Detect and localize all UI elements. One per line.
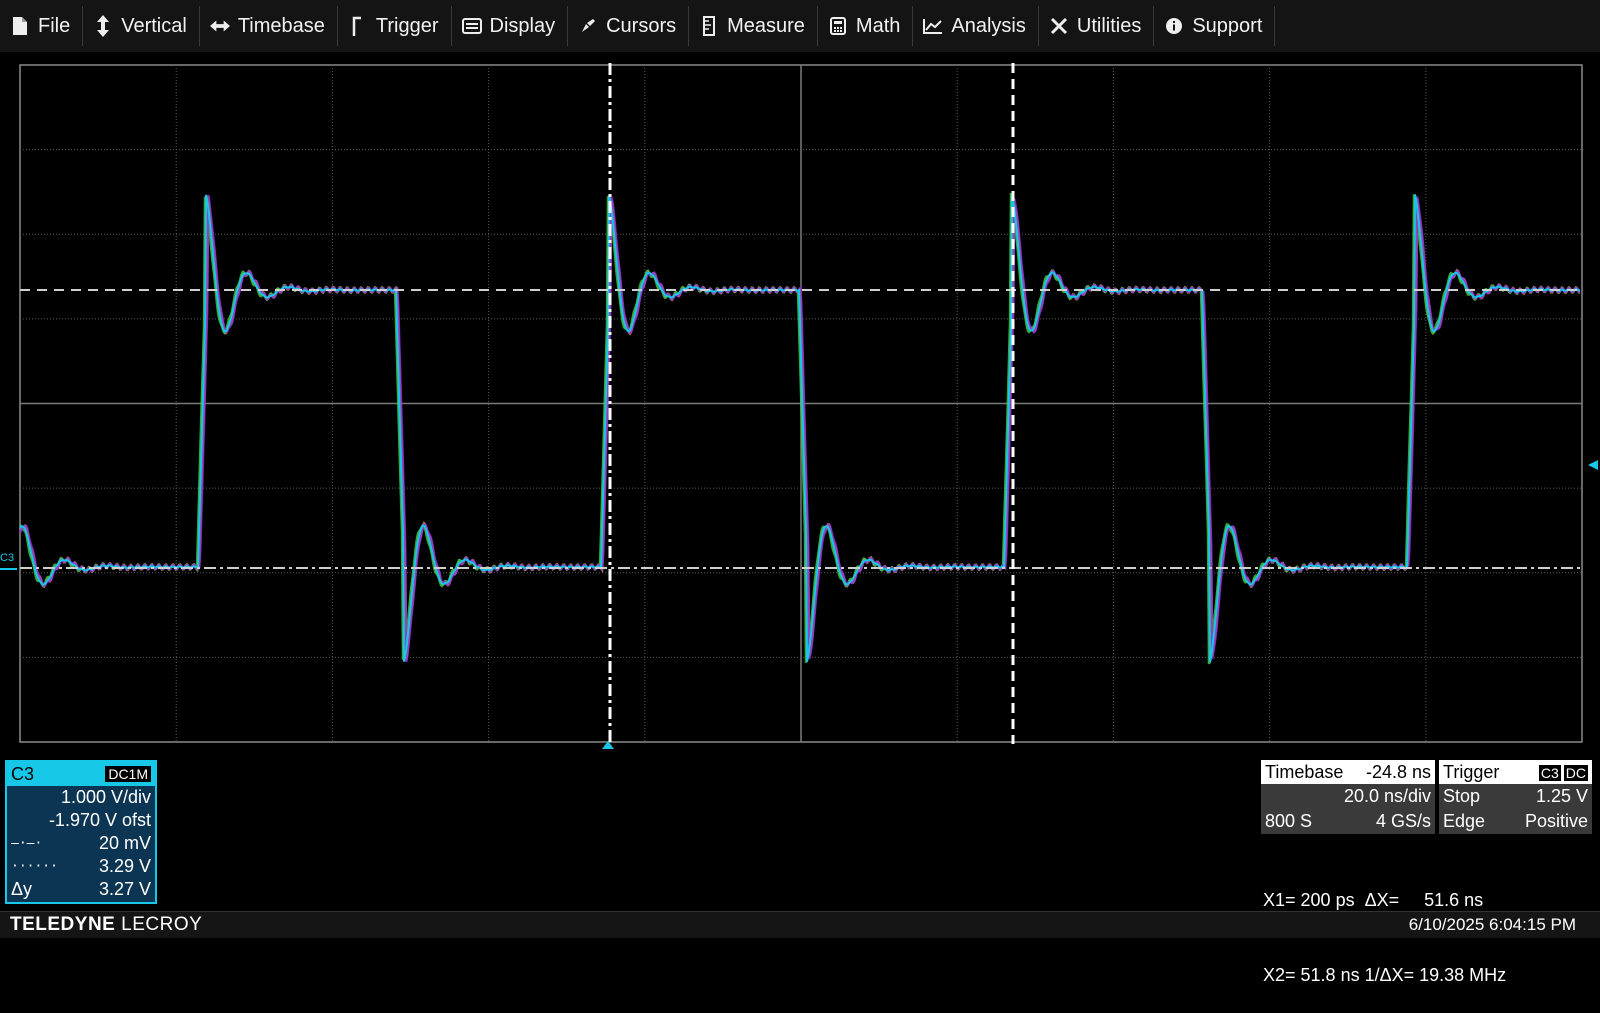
- trigger-source-badge: C3: [1538, 764, 1561, 781]
- delta-y-label: Δy: [11, 879, 33, 899]
- cursor1-symbol: –·–·: [11, 836, 43, 851]
- channel-ground-label: C3: [0, 552, 14, 564]
- timebase-tdiv: 20.0 ns/div: [1343, 786, 1431, 806]
- delta-y-row: Δy 3.27 V: [7, 878, 155, 901]
- status-bar: TELEDYNE LECROY 6/10/2025 6:04:15 PM: [0, 911, 1600, 938]
- trigger-level-marker: [1588, 460, 1598, 470]
- trigger-header: Trigger C3 DC: [1439, 760, 1592, 784]
- trigger-body: Stop 1.25 V Edge Positive: [1439, 784, 1592, 834]
- waveform-trace: [18, 192, 1581, 665]
- cursor2-value: 3.29 V: [98, 856, 151, 876]
- trigger-mode: Stop: [1443, 786, 1481, 806]
- cursor1-value: 20 mV: [98, 833, 151, 853]
- persistence-trace-violet: [18, 194, 1581, 663]
- channel-coupling-badge: DC1M: [105, 766, 151, 782]
- cursor-readout-line1: X1= 200 ps ΔX= 51.6 ns: [1263, 890, 1484, 910]
- trigger-row-2: Edge Positive: [1439, 809, 1592, 834]
- channel-offset: -1.970 V ofst: [48, 810, 151, 830]
- persistence-trace-green: [19, 192, 1581, 665]
- timebase-rate: 4 GS/s: [1375, 811, 1431, 831]
- trigger-label: Trigger: [1443, 761, 1500, 782]
- channel-vdiv: 1.000 V/div: [60, 787, 151, 807]
- brand-logo: TELEDYNE LECROY: [0, 914, 202, 936]
- timebase-delay: -24.8 ns: [1365, 761, 1431, 782]
- brand-bold: TELEDYNE: [10, 914, 116, 935]
- timebase-label: Timebase: [1265, 761, 1344, 782]
- brand-rest: LECROY: [115, 914, 203, 935]
- trigger-type: Edge: [1443, 811, 1486, 831]
- trigger-coupling-badge: DC: [1563, 764, 1588, 781]
- primary-trace-c3: [19, 194, 1580, 663]
- cursor1-row: –·–· 20 mV: [7, 832, 155, 855]
- cursor-readout-line2: X2= 51.8 ns 1/ΔX= 19.38 MHz: [1263, 965, 1507, 985]
- trigger-descriptor[interactable]: Trigger C3 DC Stop 1.25 V Edge Positive: [1439, 760, 1592, 834]
- timebase-body: 20.0 ns/div 800 S 4 GS/s: [1261, 784, 1435, 834]
- trigger-row-1: Stop 1.25 V: [1439, 784, 1592, 809]
- trigger-badges: C3 DC: [1536, 762, 1588, 783]
- channel-offset-row: -1.970 V ofst: [7, 809, 155, 832]
- waveform-grid[interactable]: C3: [0, 0, 1600, 760]
- channel-header: C3 DC1M: [7, 762, 155, 786]
- timebase-row-1: 20.0 ns/div: [1261, 784, 1435, 809]
- timebase-descriptor[interactable]: Timebase -24.8 ns 20.0 ns/div 800 S 4 GS…: [1261, 760, 1435, 834]
- cursor2-row: ······ 3.29 V: [7, 855, 155, 878]
- channel-descriptor-c3[interactable]: C3 DC1M 1.000 V/div -1.970 V ofst –·–· 2…: [5, 760, 157, 904]
- status-datetime: 6/10/2025 6:04:15 PM: [1408, 915, 1576, 934]
- timebase-header: Timebase -24.8 ns: [1261, 760, 1435, 784]
- trigger-level: 1.25 V: [1535, 786, 1588, 806]
- timebase-samples: 800 S: [1265, 811, 1313, 831]
- channel-vdiv-row: 1.000 V/div: [7, 786, 155, 809]
- channel-name: C3: [11, 763, 35, 784]
- trigger-slope: Positive: [1524, 811, 1588, 831]
- delta-y-value: 3.27 V: [98, 879, 151, 899]
- persistence-trace-yellow: [19, 196, 1581, 661]
- cursor2-symbol: ······: [11, 859, 58, 874]
- timebase-row-2: 800 S 4 GS/s: [1261, 809, 1435, 834]
